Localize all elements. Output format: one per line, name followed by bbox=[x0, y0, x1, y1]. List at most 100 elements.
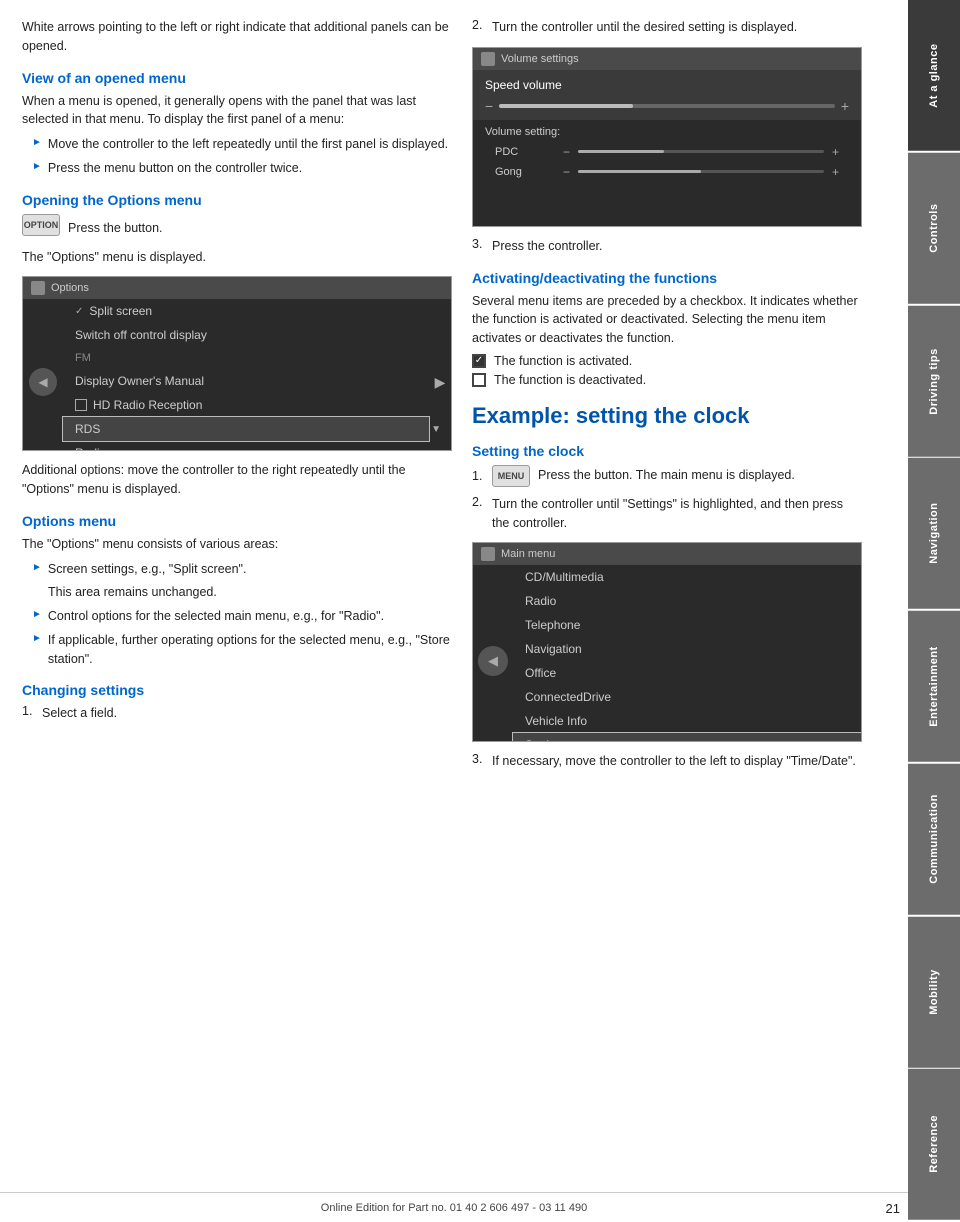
main-menu-title: Main menu bbox=[501, 548, 555, 560]
checked-icon: ✓ bbox=[472, 354, 486, 368]
activated-label: The function is activated. bbox=[494, 354, 632, 368]
speed-vol-plus: + bbox=[841, 98, 849, 114]
bullet-item-1: ► Move the controller to the left repeat… bbox=[32, 135, 452, 154]
step1-row: 1. Select a field. bbox=[22, 704, 452, 723]
deactivated-label: The function is deactivated. bbox=[494, 373, 646, 387]
bullet-text-1: Move the controller to the left repeated… bbox=[48, 135, 448, 154]
volume-settings-section: Volume setting: PDC − + Gong − bbox=[473, 120, 861, 188]
sidebar-tab-entertainment[interactable]: Entertainment bbox=[908, 611, 960, 762]
sidebar-tab-driving-tips[interactable]: Driving tips bbox=[908, 306, 960, 457]
options-bullet-arrow-1: ► bbox=[32, 562, 42, 573]
sidebar-tab-communication[interactable]: Communication bbox=[908, 764, 960, 915]
pdc-label: PDC bbox=[495, 146, 555, 158]
intro-text: White arrows pointing to the left or rig… bbox=[22, 18, 452, 56]
main-menu-screen: Main menu ◀ CD/Multimedia Radio Telephon… bbox=[472, 542, 862, 742]
sidebar-tab-at-a-glance[interactable]: At a glance bbox=[908, 0, 960, 151]
options-screen-title: Options bbox=[51, 282, 89, 294]
options-subbullet: This area remains unchanged. bbox=[48, 583, 452, 602]
gong-minus: − bbox=[563, 165, 570, 179]
activated-row: ✓ The function is activated. bbox=[472, 354, 862, 368]
options-bullet-text-1: Screen settings, e.g., "Split screen". bbox=[48, 560, 247, 579]
volume-screen: Volume settings Speed volume − + Volume … bbox=[472, 47, 862, 227]
right-step3-number: 3. bbox=[472, 237, 492, 251]
example-heading: Example: setting the clock bbox=[472, 403, 862, 429]
clock-step3-text: If necessary, move the controller to the… bbox=[492, 752, 856, 771]
options-bullet-text-3: If applicable, further operating options… bbox=[48, 631, 452, 669]
options-row-display: Display Owner's Manual bbox=[63, 369, 429, 393]
options-row-splitscreen: ✓ Split screen bbox=[63, 299, 429, 323]
gong-plus: + bbox=[832, 165, 839, 179]
volume-setting-label: Volume setting: bbox=[485, 126, 849, 138]
sidebar-tab-controls[interactable]: Controls bbox=[908, 153, 960, 304]
deactivated-row: The function is deactivated. bbox=[472, 373, 862, 387]
gong-slider bbox=[578, 170, 824, 173]
bullet-arrow-1: ► bbox=[32, 137, 42, 148]
options-bullet-text-2: Control options for the selected main me… bbox=[48, 607, 384, 626]
main-menu-titlebar: Main menu bbox=[473, 543, 861, 565]
menu-row-vehicleinfo: Vehicle Info bbox=[513, 709, 861, 733]
options-menu-intro: The "Options" menu consists of various a… bbox=[22, 535, 452, 554]
options-screen: Options ◀ ✓ Split screen Switch off cont… bbox=[22, 276, 452, 451]
main-menu-nav: ◀ bbox=[473, 565, 513, 742]
option-button-image: OPTION bbox=[22, 214, 60, 236]
speed-volume-slider-row: − + bbox=[485, 98, 849, 114]
right-step3-text: Press the controller. bbox=[492, 237, 602, 256]
setting-clock-heading: Setting the clock bbox=[472, 443, 862, 459]
bullet-arrow-2: ► bbox=[32, 161, 42, 172]
sidebar-tab-reference[interactable]: Reference bbox=[908, 1069, 960, 1220]
unchecked-icon bbox=[472, 373, 486, 387]
right-step3-row: 3. Press the controller. bbox=[472, 237, 862, 256]
main-menu-nav-circle[interactable]: ◀ bbox=[478, 646, 508, 676]
options-displayed-text: The "Options" menu is displayed. bbox=[22, 248, 452, 267]
pdc-minus: − bbox=[563, 145, 570, 159]
menu-row-connecteddrive: ConnectedDrive bbox=[513, 685, 861, 709]
section1-text: When a menu is opened, it generally open… bbox=[22, 92, 452, 130]
pdc-slider bbox=[578, 150, 824, 153]
menu-row-telephone: Telephone bbox=[513, 613, 861, 637]
options-screen-titlebar: Options bbox=[23, 277, 451, 299]
clock-step2-row: 2. Turn the controller until "Settings" … bbox=[472, 495, 862, 533]
gong-fill bbox=[578, 170, 701, 173]
gong-label: Gong bbox=[495, 166, 555, 178]
menu-row-settings: Settings bbox=[513, 733, 861, 742]
activating-text: Several menu items are preceded by a che… bbox=[472, 292, 862, 348]
speed-vol-track bbox=[499, 104, 835, 108]
options-row-radio: Radio bbox=[63, 441, 429, 451]
clock-step1-number: 1. bbox=[472, 469, 492, 483]
speed-volume-label: Speed volume bbox=[485, 78, 849, 92]
options-bullet-3: ► If applicable, further operating optio… bbox=[32, 631, 452, 669]
additional-options-text: Additional options: move the controller … bbox=[22, 461, 452, 499]
sidebar: At a glance Controls Driving tips Naviga… bbox=[908, 0, 960, 1222]
volume-screen-titlebar: Volume settings bbox=[473, 48, 861, 70]
volume-screen-title: Volume settings bbox=[501, 53, 579, 65]
pdc-row: PDC − + bbox=[485, 142, 849, 162]
speed-vol-minus: − bbox=[485, 98, 493, 114]
options-row-switch: Switch off control display bbox=[63, 323, 429, 347]
menu-row-cdmultimedia: CD/Multimedia bbox=[513, 565, 861, 589]
volume-icon bbox=[481, 52, 495, 66]
options-icon bbox=[31, 281, 45, 295]
step1-number: 1. bbox=[22, 704, 42, 718]
clock-step1-row: 1. MENU Press the button. The main menu … bbox=[472, 465, 862, 487]
section4-heading: Changing settings bbox=[22, 682, 452, 698]
option-button-row: OPTION Press the button. bbox=[22, 214, 452, 242]
clock-step3-number: 3. bbox=[472, 752, 492, 766]
clock-step2-text: Turn the controller until "Settings" is … bbox=[492, 495, 862, 533]
clock-step3-row: 3. If necessary, move the controller to … bbox=[472, 752, 862, 771]
option-instruction: Press the button. bbox=[68, 221, 163, 235]
right-step2-text: Turn the controller until the desired se… bbox=[492, 18, 797, 37]
options-row-hd: HD Radio Reception bbox=[63, 393, 429, 417]
options-bullet-1: ► Screen settings, e.g., "Split screen". bbox=[32, 560, 452, 579]
menu-row-office: Office bbox=[513, 661, 861, 685]
main-menu-icon bbox=[481, 547, 495, 561]
options-bullet-arrow-3: ► bbox=[32, 633, 42, 644]
step1-text: Select a field. bbox=[42, 704, 117, 723]
bullet-item-2: ► Press the menu button on the controlle… bbox=[32, 159, 452, 178]
section1-heading: View of an opened menu bbox=[22, 70, 452, 86]
nav-left-arrow[interactable]: ◀ bbox=[29, 368, 57, 396]
pdc-plus: + bbox=[832, 145, 839, 159]
menu-button-image: MENU bbox=[492, 465, 530, 487]
sidebar-tab-mobility[interactable]: Mobility bbox=[908, 917, 960, 1068]
right-step2-row: 2. Turn the controller until the desired… bbox=[472, 18, 862, 37]
sidebar-tab-navigation[interactable]: Navigation bbox=[908, 458, 960, 609]
